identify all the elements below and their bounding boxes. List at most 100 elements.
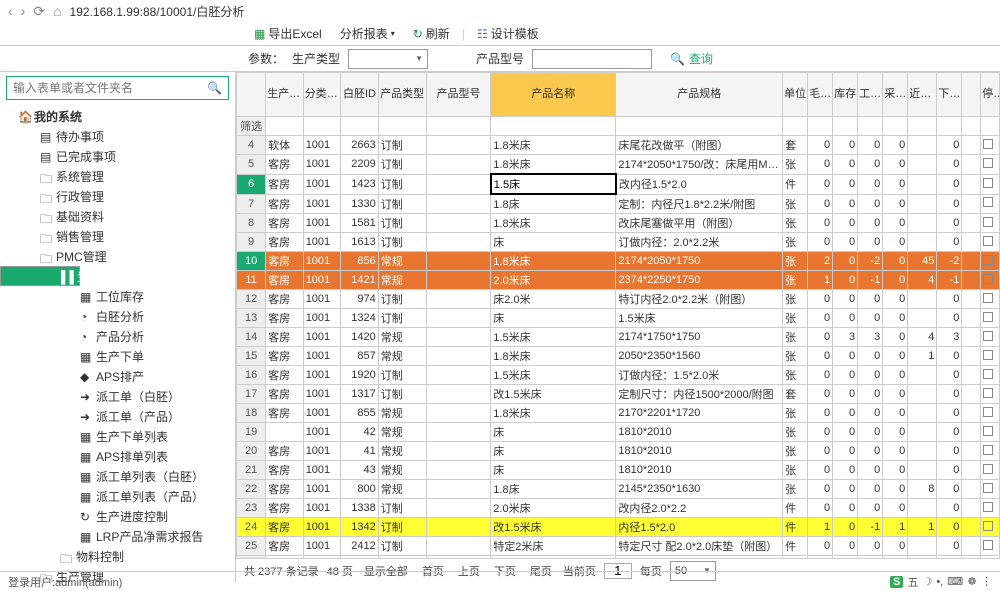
- cell[interactable]: 2170*2201*1720: [616, 404, 783, 423]
- cell[interactable]: [962, 480, 981, 499]
- cell[interactable]: 张: [783, 366, 808, 385]
- cell[interactable]: 4: [908, 271, 937, 290]
- cell[interactable]: 0: [833, 537, 858, 556]
- cell[interactable]: 1001: [303, 233, 341, 252]
- nav-back-icon[interactable]: ‹: [8, 3, 13, 19]
- cell[interactable]: 0: [833, 461, 858, 480]
- cell[interactable]: 张: [783, 271, 808, 290]
- cell[interactable]: 客房: [266, 271, 304, 290]
- cell[interactable]: [426, 366, 491, 385]
- cell[interactable]: 3: [937, 328, 962, 347]
- cell[interactable]: [981, 214, 1000, 233]
- table-row[interactable]: 14客房10011420常规1.5米床2174*1750*1750张033043: [237, 328, 1000, 347]
- cell[interactable]: 改1.5米床: [491, 518, 616, 537]
- cell[interactable]: [981, 461, 1000, 480]
- design-template-button[interactable]: ☷设计模板: [471, 25, 545, 42]
- cell[interactable]: [908, 233, 937, 252]
- cell[interactable]: 0: [937, 499, 962, 518]
- cell[interactable]: 订制: [378, 194, 426, 214]
- cell[interactable]: [962, 271, 981, 290]
- search-button[interactable]: 🔍查询: [670, 50, 713, 67]
- tree-item-15[interactable]: ➜派工单（产品）: [0, 406, 235, 426]
- cell[interactable]: 客房: [266, 290, 304, 309]
- cell[interactable]: 0: [808, 461, 833, 480]
- cell[interactable]: 客房: [266, 537, 304, 556]
- col-header-10[interactable]: 库存: [833, 73, 858, 117]
- checkbox[interactable]: [983, 369, 993, 379]
- cell[interactable]: 客房: [266, 461, 304, 480]
- cell[interactable]: [962, 328, 981, 347]
- cell[interactable]: [981, 328, 1000, 347]
- cell[interactable]: 0: [808, 136, 833, 155]
- cell[interactable]: 张: [783, 214, 808, 233]
- cell[interactable]: [908, 537, 937, 556]
- cell[interactable]: 8: [908, 480, 937, 499]
- cell[interactable]: 0: [833, 214, 858, 233]
- cell[interactable]: 客房: [266, 385, 304, 404]
- cell[interactable]: 0: [858, 214, 883, 233]
- cell[interactable]: 0: [833, 442, 858, 461]
- cell[interactable]: 客房: [266, 480, 304, 499]
- cell[interactable]: 2663: [341, 136, 379, 155]
- cell[interactable]: 常规: [378, 347, 426, 366]
- cell[interactable]: 1001: [303, 480, 341, 499]
- cell[interactable]: 床2.0米: [491, 290, 616, 309]
- cell[interactable]: [908, 290, 937, 309]
- cell[interactable]: 0: [883, 174, 908, 194]
- cell[interactable]: 客房: [266, 499, 304, 518]
- cell[interactable]: [962, 385, 981, 404]
- cell[interactable]: 张: [783, 309, 808, 328]
- tree-item-12[interactable]: ▦生产下单: [0, 346, 235, 366]
- cell[interactable]: 1: [808, 271, 833, 290]
- cell[interactable]: [908, 194, 937, 214]
- cell[interactable]: 张: [783, 252, 808, 271]
- cell[interactable]: 1.5米床: [616, 309, 783, 328]
- data-grid[interactable]: 生产类型分类编码白胚ID产品类型产品型号产品名称产品规格单位毛需求量库存工厂在线…: [236, 72, 1000, 558]
- cell[interactable]: 1.8米床: [491, 347, 616, 366]
- cell[interactable]: [908, 442, 937, 461]
- col-header-8[interactable]: 单位: [783, 73, 808, 117]
- cell[interactable]: 订制: [378, 385, 426, 404]
- tree-item-8[interactable]: ▌▌生管中心: [0, 266, 80, 286]
- cell[interactable]: 客房: [266, 366, 304, 385]
- cell[interactable]: [426, 480, 491, 499]
- cell[interactable]: 43: [341, 461, 379, 480]
- cell[interactable]: 常规: [378, 404, 426, 423]
- cell[interactable]: 0: [808, 442, 833, 461]
- cell[interactable]: [908, 366, 937, 385]
- cell[interactable]: 订制: [378, 174, 426, 194]
- table-row[interactable]: 12客房1001974订制床2.0米特订内径2.0*2.2米（附图）张00000: [237, 290, 1000, 309]
- cell[interactable]: 件: [783, 174, 808, 194]
- col-header-6[interactable]: 产品名称: [491, 73, 616, 117]
- cell[interactable]: 订制: [378, 290, 426, 309]
- cell[interactable]: [426, 461, 491, 480]
- cell[interactable]: 订制: [378, 518, 426, 537]
- cell[interactable]: 0: [937, 155, 962, 175]
- cell[interactable]: 0: [858, 442, 883, 461]
- checkbox[interactable]: [983, 158, 993, 168]
- cell[interactable]: 常规: [378, 271, 426, 290]
- cell[interactable]: 客房: [266, 518, 304, 537]
- param2-input[interactable]: [532, 49, 652, 69]
- cell[interactable]: 0: [833, 404, 858, 423]
- cell[interactable]: 1.5米床: [491, 366, 616, 385]
- cell[interactable]: 0: [937, 214, 962, 233]
- cell[interactable]: [981, 442, 1000, 461]
- cell[interactable]: 0: [833, 155, 858, 175]
- cell[interactable]: 1.8床: [491, 480, 616, 499]
- ime-keyboard-icon[interactable]: ⌨: [947, 575, 963, 588]
- checkbox[interactable]: [983, 139, 993, 149]
- tree-item-2[interactable]: ▤已完成事项: [0, 146, 235, 166]
- cell[interactable]: 张: [783, 155, 808, 175]
- checkbox[interactable]: [983, 293, 993, 303]
- col-header-4[interactable]: 产品类型: [378, 73, 426, 117]
- cell[interactable]: [981, 480, 1000, 499]
- cell[interactable]: 1342: [341, 518, 379, 537]
- cell[interactable]: 0: [833, 366, 858, 385]
- cell[interactable]: 855: [341, 404, 379, 423]
- cell[interactable]: 1338: [341, 499, 379, 518]
- cell[interactable]: 张: [783, 347, 808, 366]
- cell[interactable]: 订制: [378, 155, 426, 175]
- cell[interactable]: 0: [937, 347, 962, 366]
- cell[interactable]: 0: [808, 537, 833, 556]
